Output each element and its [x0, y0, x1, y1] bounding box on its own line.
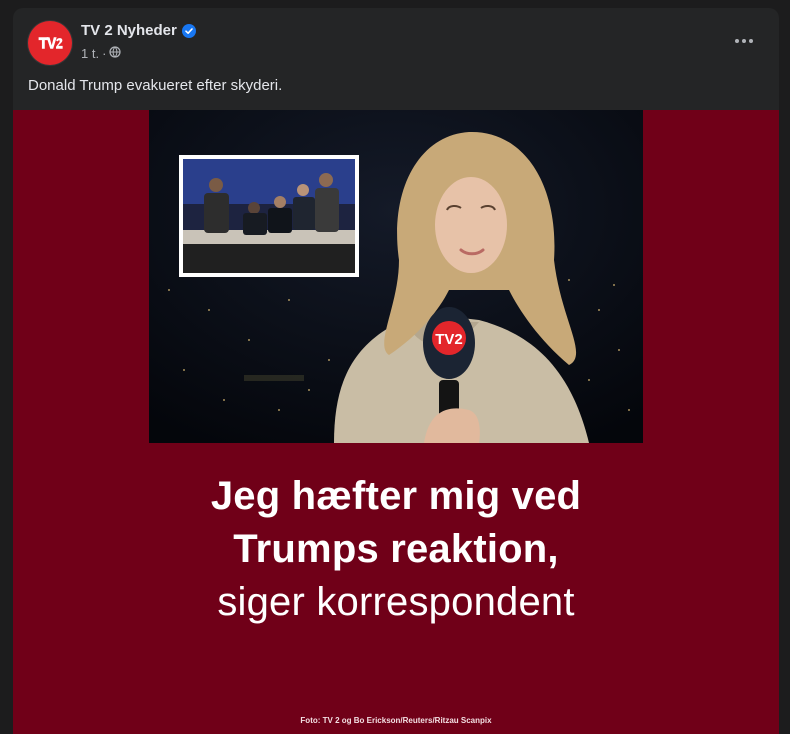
post-text: Donald Trump evakueret efter skyderi.: [28, 77, 283, 94]
media-headline: Jeg hæfter mig ved Trumps reaktion, sige…: [13, 470, 779, 629]
svg-text:TV2: TV2: [435, 331, 463, 348]
headline-line-1: Jeg hæfter mig ved: [210, 474, 582, 518]
post-media[interactable]: TV2 Jeg hæfter mig ved Trumps reaktion, …: [13, 110, 779, 734]
reporter-scene-image: TV2: [149, 110, 643, 443]
page-name[interactable]: TV 2 Nyheder: [81, 22, 196, 39]
globe-icon: [109, 46, 122, 61]
more-options-icon[interactable]: [726, 26, 762, 56]
post-meta: 1 t. ·: [81, 46, 122, 61]
verified-badge-icon: [181, 23, 196, 38]
headline-line-3: siger korrespondent: [217, 580, 575, 624]
meta-separator: ·: [102, 46, 107, 61]
post-timestamp[interactable]: 1 t.: [81, 46, 99, 61]
page-avatar[interactable]: [28, 21, 72, 65]
video-thumbnail[interactable]: TV2: [149, 110, 643, 443]
post-card: TV 2 Nyheder 1 t. · Donald Trump evakuer…: [13, 8, 779, 734]
headline-line-2: Trumps reaktion,: [233, 527, 559, 571]
page-name-label[interactable]: TV 2 Nyheder: [81, 22, 177, 39]
tv2-logo-icon: [38, 37, 63, 49]
photo-credit: Foto: TV 2 og Bo Erickson/Reuters/Ritzau…: [300, 716, 492, 725]
inset-photo: [179, 155, 359, 277]
